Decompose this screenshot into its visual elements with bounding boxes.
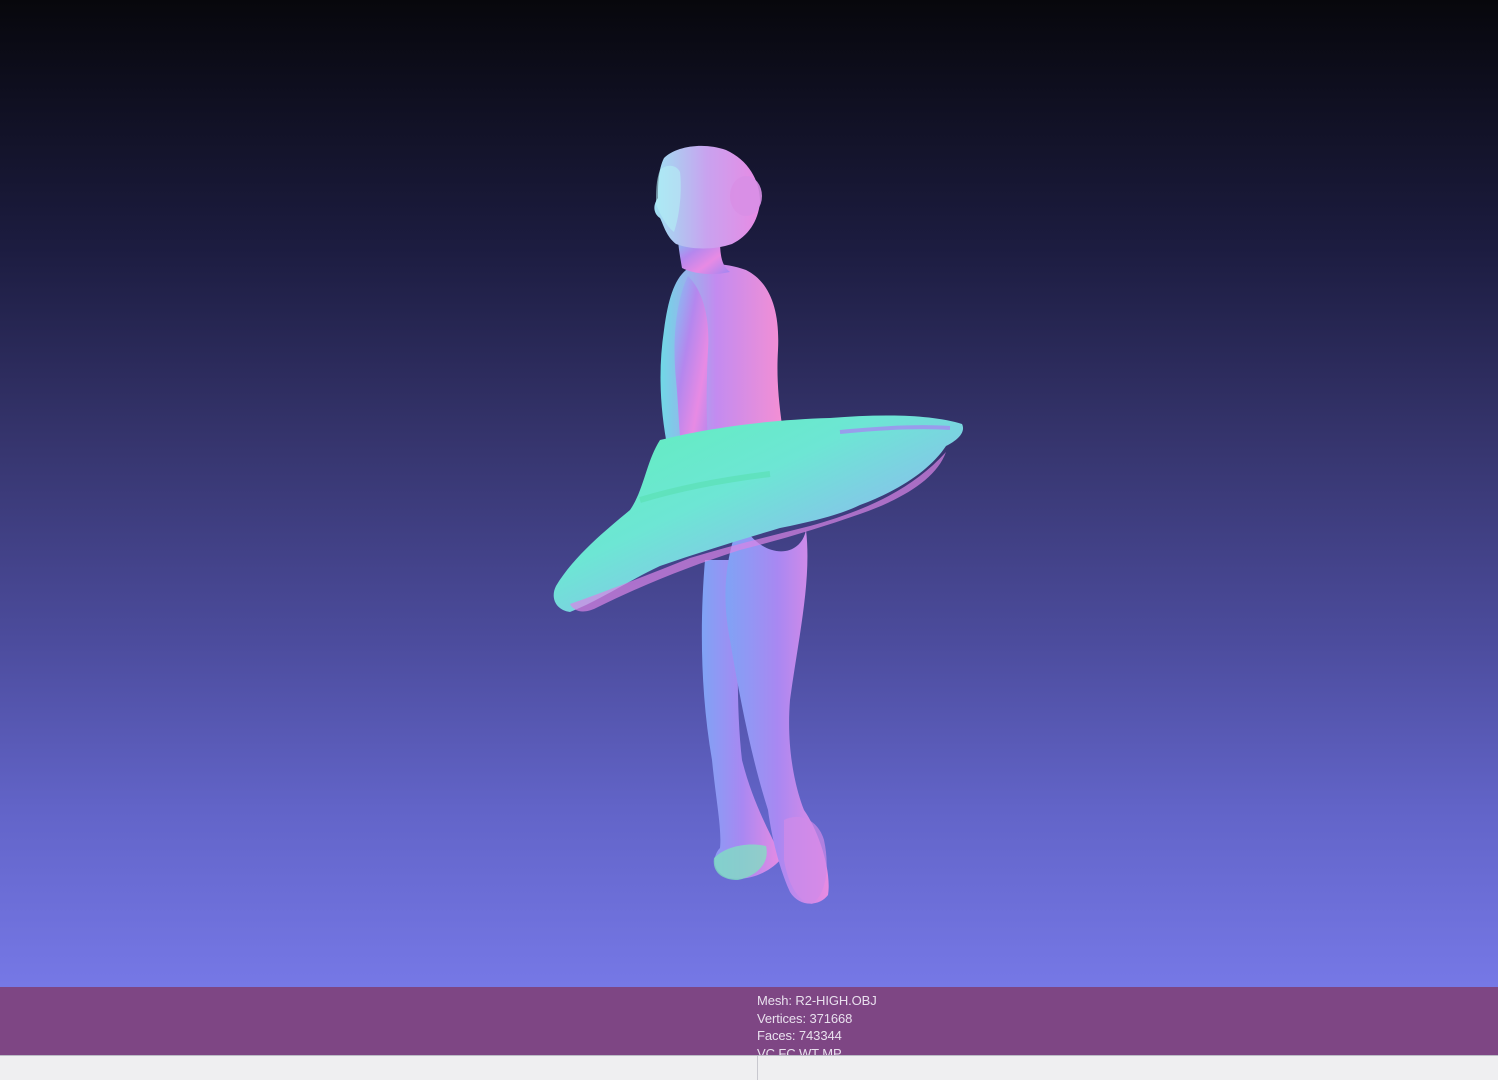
status-bar-right <box>758 1056 1498 1080</box>
status-bar <box>0 1055 1498 1080</box>
mesh-name-label: Mesh: R2-HIGH.OBJ <box>757 993 877 1008</box>
ballerina-model <box>553 145 964 904</box>
face-count-label: Faces: 743344 <box>757 1028 842 1043</box>
mesh-flags-label: VC FC WT MP <box>757 1045 842 1056</box>
status-bar-left <box>0 1056 758 1080</box>
vertex-count-label: Vertices: 371668 <box>757 1010 853 1026</box>
3d-viewport[interactable] <box>0 0 1498 987</box>
mesh-info-panel: Mesh: R2-HIGH.OBJ Vertices: 371668 Faces… <box>0 987 1498 1055</box>
meshlab-window: Mesh: R2-HIGH.OBJ Vertices: 371668 Faces… <box>0 0 1498 1080</box>
mesh-info-text: Mesh: R2-HIGH.OBJ Vertices: 371668 Faces… <box>757 992 877 1055</box>
